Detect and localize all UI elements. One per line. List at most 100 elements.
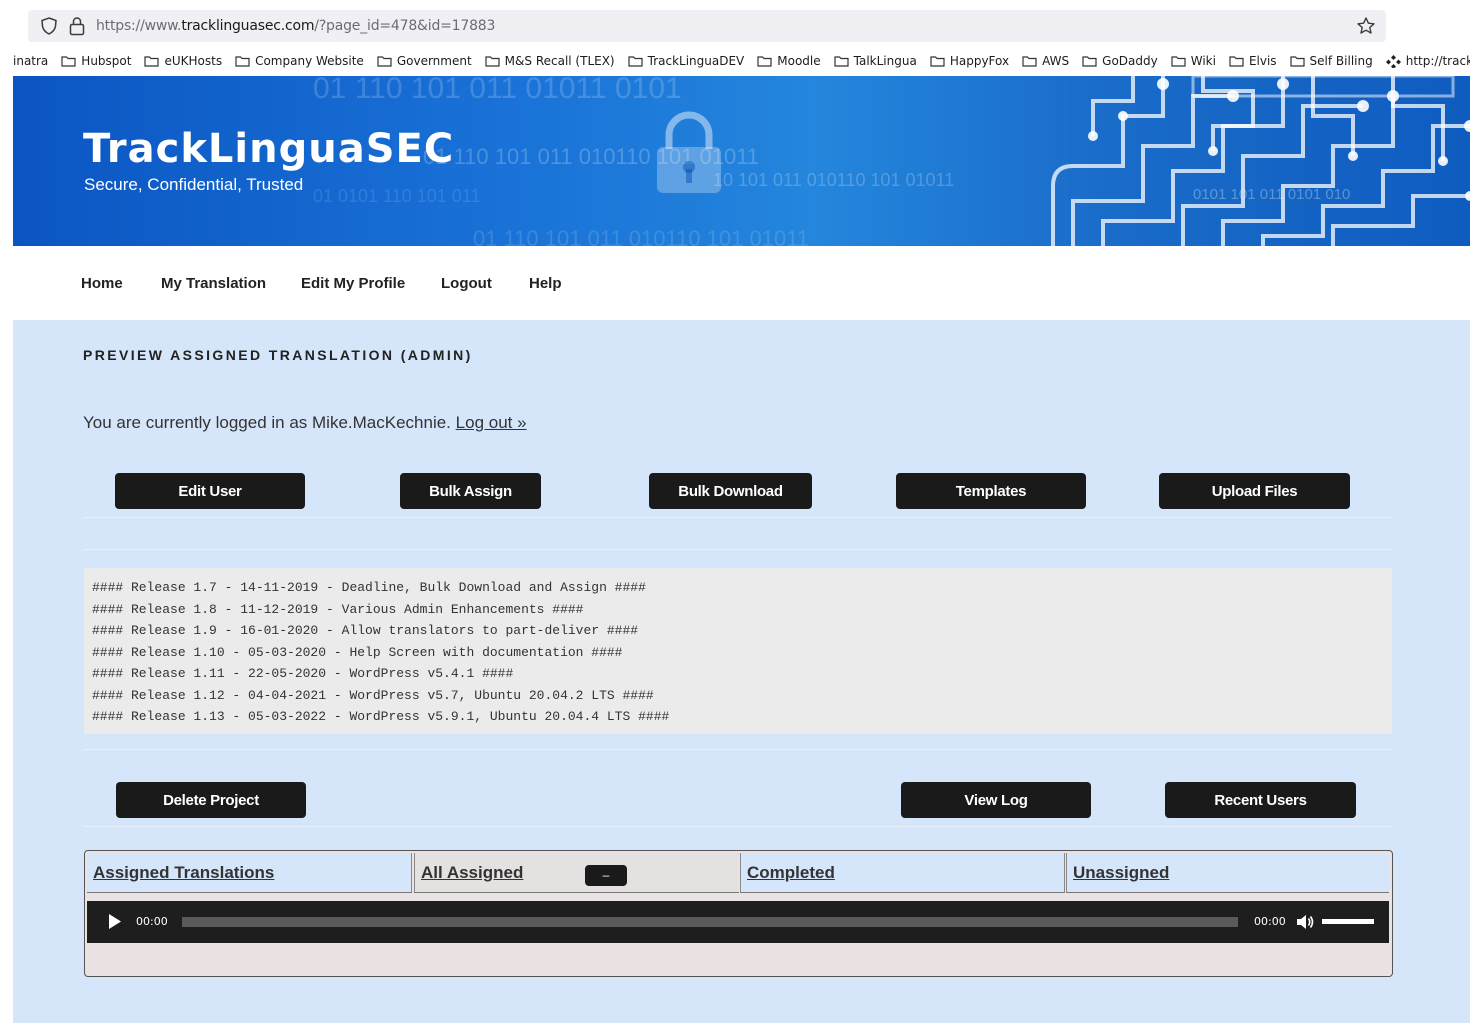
folder-icon	[628, 56, 643, 67]
bookmark-partial[interactable]: inatra	[13, 54, 48, 68]
folder-icon	[757, 56, 772, 67]
folder-icon	[377, 56, 392, 67]
volume-icon[interactable]	[1295, 912, 1315, 932]
tab-completed[interactable]: Completed	[740, 853, 1065, 893]
duration-time: 00:00	[1254, 915, 1286, 928]
site-title[interactable]: TrackLinguaSEC	[83, 126, 454, 172]
url-text[interactable]: https://www.tracklinguasec.com/?page_id=…	[96, 18, 495, 34]
main-navigation: Home My Translation Edit My Profile Logo…	[13, 246, 1470, 320]
tab-label: Assigned Translations	[93, 862, 275, 882]
logout-link[interactable]: Log out »	[456, 413, 527, 432]
bookmark-label: Moodle	[777, 54, 821, 68]
bookmark-label: AWS	[1042, 54, 1070, 68]
binary-decoration: 10 101 011 010110 101 01011	[713, 170, 955, 190]
shield-icon[interactable]	[40, 17, 58, 35]
play-icon[interactable]	[108, 913, 122, 930]
binary-decoration: 01 110 101 011 010110 101 01011	[473, 226, 810, 246]
divider	[83, 517, 1393, 518]
folder-icon	[1229, 56, 1244, 67]
seek-bar[interactable]	[182, 917, 1238, 927]
volume-slider[interactable]	[1322, 919, 1374, 924]
tab-label: Completed	[747, 862, 835, 882]
circuit-board-graphic	[1051, 76, 1470, 246]
bulk-assign-button[interactable]: Bulk Assign	[400, 473, 541, 509]
bookmark-label: Self Billing	[1309, 54, 1373, 68]
address-bar[interactable]: https://www.tracklinguasec.com/?page_id=…	[28, 10, 1386, 42]
bookmark-folder-company-website[interactable]: Company Website	[235, 54, 364, 68]
release-changelog: #### Release 1.7 - 14-11-2019 - Deadline…	[84, 568, 1392, 734]
recent-users-button[interactable]: Recent Users	[1165, 782, 1356, 818]
audio-player: 00:00 00:00	[87, 901, 1389, 943]
nav-logout[interactable]: Logout	[441, 275, 492, 292]
bookmark-folder-hubspot[interactable]: Hubspot	[61, 54, 131, 68]
bookmark-folder-aws[interactable]: AWS	[1022, 54, 1069, 68]
nav-help[interactable]: Help	[529, 275, 562, 292]
templates-button[interactable]: Templates	[896, 473, 1086, 509]
bookmark-label: Elvis	[1248, 54, 1277, 68]
bookmark-folder-wiki[interactable]: Wiki	[1171, 54, 1216, 68]
bookmark-label: Government	[396, 54, 472, 68]
collapse-button[interactable]: –	[585, 865, 627, 886]
bookmark-folder-tracklinguadev[interactable]: TrackLinguaDEV	[628, 54, 744, 68]
tab-assigned-translations[interactable]: Assigned Translations	[87, 853, 412, 893]
divider	[83, 749, 1393, 750]
bookmark-folder-happyfox[interactable]: HappyFox	[930, 54, 1009, 68]
folder-icon	[1082, 56, 1097, 67]
bulk-download-button[interactable]: Bulk Download	[649, 473, 812, 509]
folder-icon	[485, 56, 500, 67]
tab-all-assigned[interactable]: All Assigned –	[414, 853, 739, 893]
divider	[83, 826, 1393, 827]
bookmark-label: GoDaddy	[1102, 54, 1158, 68]
bookmark-star-icon[interactable]	[1356, 16, 1376, 36]
bookmark-folder-ms-recall[interactable]: M&S Recall (TLEX)	[485, 54, 615, 68]
url-path: /?page_id=478&id=17883	[314, 18, 496, 34]
binary-decoration: 01 110 101 011 01011 0101	[313, 76, 682, 105]
folder-icon	[235, 56, 250, 67]
folder-icon	[834, 56, 849, 67]
delete-project-button[interactable]: Delete Project	[116, 782, 306, 818]
divider	[83, 549, 1393, 550]
bookmark-folder-eukhosts[interactable]: eUKHosts	[144, 54, 222, 68]
bookmark-folder-self-billing[interactable]: Self Billing	[1289, 54, 1373, 68]
changelog-line: #### Release 1.13 - 05-03-2022 - WordPre…	[92, 709, 670, 724]
page-root: https://www.tracklinguasec.com/?page_id=…	[0, 0, 1470, 1023]
bookmark-label: Company Website	[255, 54, 364, 68]
changelog-line: #### Release 1.8 - 11-12-2019 - Various …	[92, 601, 584, 617]
bookmark-label: Hubspot	[81, 54, 132, 68]
site-favicon-icon	[1385, 55, 1401, 68]
bookmark-label: http://tracklingua.k-n...	[1405, 54, 1470, 68]
tab-unassigned[interactable]: Unassigned	[1066, 853, 1389, 893]
tab-label: All Assigned	[421, 862, 524, 882]
bookmark-folder-godaddy[interactable]: GoDaddy	[1082, 54, 1158, 68]
changelog-line: #### Release 1.11 - 22-05-2020 - WordPre…	[92, 666, 514, 681]
upload-files-button[interactable]: Upload Files	[1159, 473, 1350, 509]
nav-home[interactable]: Home	[81, 275, 123, 292]
changelog-line: #### Release 1.7 - 14-11-2019 - Deadline…	[92, 580, 646, 595]
url-prefix: https://www.	[96, 18, 182, 34]
folder-icon	[61, 56, 76, 67]
folder-icon	[1022, 56, 1037, 67]
padlock-icon	[657, 111, 721, 193]
edit-user-button[interactable]: Edit User	[115, 473, 305, 509]
view-log-button[interactable]: View Log	[901, 782, 1091, 818]
tab-label: Unassigned	[1073, 862, 1170, 882]
nav-edit-my-profile[interactable]: Edit My Profile	[301, 275, 405, 292]
nav-my-translation[interactable]: My Translation	[161, 275, 266, 292]
bookmark-tracklingua-link[interactable]: http://tracklingua.k-n...	[1385, 54, 1470, 68]
lock-icon[interactable]	[68, 16, 86, 36]
bookmark-folder-government[interactable]: Government	[377, 54, 472, 68]
logged-in-notice: You are currently logged in as Mike.MacK…	[83, 413, 527, 433]
bookmark-label: eUKHosts	[164, 54, 223, 68]
translation-tabs-panel: Assigned Translations All Assigned – Com…	[84, 850, 1393, 977]
changelog-line: #### Release 1.9 - 16-01-2020 - Allow tr…	[92, 623, 639, 638]
bookmark-folder-moodle[interactable]: Moodle	[757, 54, 821, 68]
changelog-line: #### Release 1.12 - 04-04-2021 - WordPre…	[92, 687, 654, 703]
bookmark-label: M&S Recall (TLEX)	[504, 54, 615, 68]
bookmark-folder-talklingua[interactable]: TalkLingua	[834, 54, 917, 68]
bookmark-label: TalkLingua	[853, 54, 917, 68]
logged-in-text: You are currently logged in as Mike.MacK…	[83, 413, 451, 432]
bookmark-folder-elvis[interactable]: Elvis	[1229, 54, 1277, 68]
folder-icon	[930, 56, 945, 67]
current-time: 00:00	[136, 915, 168, 928]
changelog-line: #### Release 1.10 - 05-03-2020 - Help Sc…	[92, 644, 623, 660]
